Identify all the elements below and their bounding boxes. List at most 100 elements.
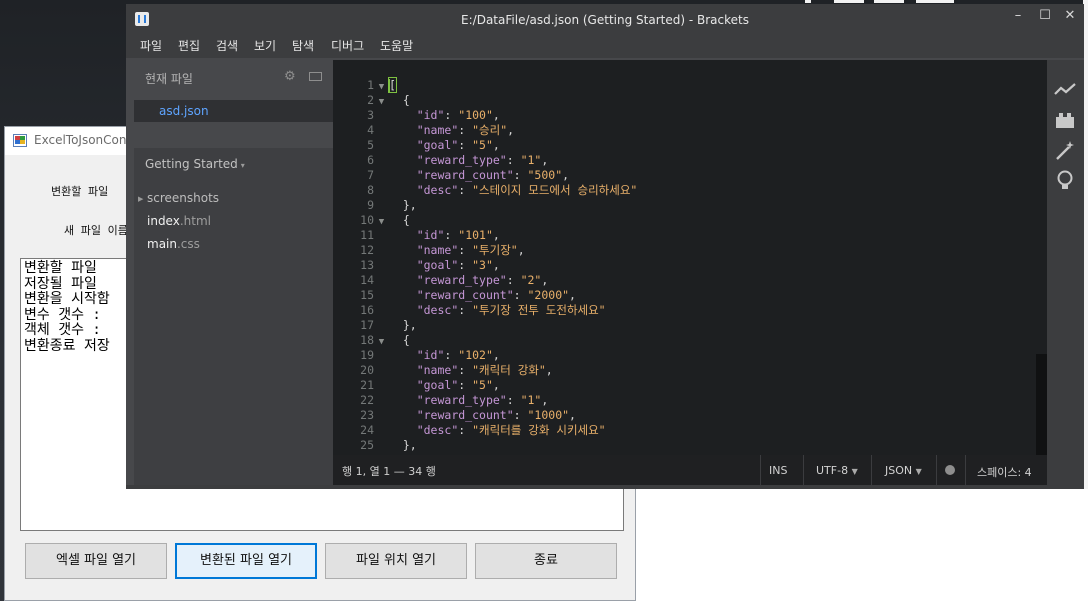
line-number: 5 — [367, 138, 374, 152]
json-punctuation: : — [458, 363, 473, 377]
json-punctuation: : — [513, 408, 528, 422]
code-line: 1 ▼[ — [333, 77, 1033, 93]
indent-setting[interactable]: 스페이스: 4 — [977, 464, 1032, 480]
encoding-select[interactable]: UTF-8 ▼ — [816, 464, 858, 477]
brackets-titlebar[interactable]: E:/DataFile/asd.json (Getting Started) -… — [126, 4, 1084, 34]
chevron-down-icon: ▾ — [240, 161, 245, 170]
menu-edit[interactable]: 편집 — [178, 37, 200, 54]
json-key: "id" — [416, 108, 445, 122]
json-key: "reward_type" — [416, 153, 507, 167]
line-code: [ — [388, 77, 397, 93]
json-punctuation: : — [506, 393, 521, 407]
json-string: "투기장" — [472, 243, 518, 257]
code-line: 18 ▼ { — [333, 333, 1033, 348]
open-file-location-button[interactable]: 파일 위치 열기 — [325, 543, 467, 579]
editor-scrollbar[interactable] — [1036, 354, 1047, 455]
line-number: 7 — [367, 168, 374, 182]
line-number: 17 — [360, 318, 374, 332]
json-string: "투기장 전투 도전하세요" — [472, 303, 606, 317]
json-string: "3" — [472, 258, 493, 272]
tree-folder-screenshots[interactable]: screenshots — [147, 191, 219, 205]
minimize-button[interactable]: – — [1008, 8, 1028, 23]
project-dropdown[interactable]: Getting Started ▾ — [145, 157, 245, 171]
line-number: 25 — [360, 438, 374, 452]
line-number: 23 — [360, 408, 374, 422]
maximize-button[interactable]: ☐ — [1035, 8, 1055, 23]
json-key: "reward_count" — [416, 408, 514, 422]
line-code: "id": "100", — [389, 108, 500, 122]
json-key: "reward_type" — [416, 273, 507, 287]
tree-file-main[interactable]: main.css — [147, 237, 200, 251]
cursor-position: 행 1, 열 1 — 34 행 — [342, 465, 436, 478]
json-punctuation: , — [541, 153, 549, 167]
code-line: 8 "desc": "스테이지 모드에서 승리하세요" — [333, 183, 1033, 198]
json-key: "name" — [416, 123, 459, 137]
json-key: "goal" — [416, 378, 459, 392]
project-panel: Getting Started ▾ ▶ screenshots index.htm… — [134, 148, 333, 489]
json-punctuation: , — [541, 393, 549, 407]
quick-edit-icon[interactable] — [1053, 138, 1077, 162]
json-string: "승리" — [472, 123, 508, 137]
json-key: "reward_count" — [416, 288, 514, 302]
json-punctuation: : — [506, 153, 521, 167]
json-punctuation: { — [402, 93, 410, 107]
line-code: }, — [389, 438, 417, 452]
language-select[interactable]: JSON ▼ — [885, 464, 922, 477]
menu-debug[interactable]: 디버그 — [331, 37, 364, 54]
insert-mode[interactable]: INS — [769, 464, 787, 477]
json-punctuation: : — [458, 138, 473, 152]
open-excel-button[interactable]: 엑셀 파일 열기 — [25, 543, 167, 579]
json-punctuation: [ — [388, 77, 397, 93]
desktop-glyph — [874, 0, 904, 3]
linter-status-icon[interactable] — [945, 465, 955, 475]
chevron-right-icon[interactable]: ▶ — [138, 195, 143, 203]
json-punctuation: , — [517, 243, 525, 257]
code-line: 11 "id": "101", — [333, 228, 1033, 243]
menu-help[interactable]: 도움말 — [380, 37, 413, 54]
json-key: "name" — [416, 363, 459, 377]
desktop-white-area — [636, 489, 1088, 601]
gear-icon[interactable]: ⚙ — [284, 69, 296, 84]
close-button[interactable]: ✕ — [1060, 8, 1080, 23]
menu-find[interactable]: 검색 — [216, 37, 238, 54]
line-code: "goal": "3", — [389, 258, 500, 272]
split-view-icon[interactable] — [309, 72, 322, 81]
line-code: "goal": "5", — [389, 378, 500, 392]
tree-file-index[interactable]: index.html — [147, 214, 211, 228]
line-number: 20 — [360, 363, 374, 377]
menu-view[interactable]: 보기 — [254, 37, 276, 54]
menu-navigate[interactable]: 탐색 — [292, 37, 314, 54]
code-line: 5 "goal": "5", — [333, 138, 1033, 153]
desktop-glyph — [916, 0, 954, 3]
chevron-down-icon: ▼ — [915, 467, 922, 476]
line-code: "reward_count": "2000", — [389, 288, 576, 302]
code-line: 17 }, — [333, 318, 1033, 333]
code-line: 24 "desc": "캐릭터를 강화 시키세요" — [333, 423, 1033, 438]
json-string: "1000" — [527, 408, 570, 422]
line-number: 2 — [367, 93, 374, 107]
line-number: 4 — [367, 123, 374, 137]
exit-button[interactable]: 종료 — [475, 543, 617, 579]
line-number: 21 — [360, 378, 374, 392]
json-punctuation: , — [492, 228, 500, 242]
menu-file[interactable]: 파일 — [140, 37, 162, 54]
json-key: "id" — [416, 228, 445, 242]
code-editor[interactable]: 1 ▼[2 ▼ {3 "id": "100", 4 "name": "승리", 5 "g… — [333, 60, 1047, 455]
json-punctuation: }, — [402, 438, 417, 452]
code-line: 3 "id": "100", — [333, 108, 1033, 123]
json-punctuation: : — [513, 168, 528, 182]
code-line: 12 "name": "투기장", — [333, 243, 1033, 258]
working-file-item[interactable]: asd.json — [134, 100, 333, 122]
json-punctuation: , — [507, 123, 515, 137]
line-code: { — [389, 333, 410, 347]
json-string: "스테이지 모드에서 승리하세요" — [472, 183, 638, 197]
json-punctuation: , — [541, 273, 549, 287]
code-line: 9 }, — [333, 198, 1033, 213]
hint-icon[interactable] — [1053, 168, 1077, 192]
live-preview-icon[interactable] — [1053, 78, 1077, 102]
extension-manager-icon[interactable] — [1053, 108, 1077, 132]
json-string: "1" — [520, 153, 542, 167]
json-punctuation: : — [444, 228, 459, 242]
open-converted-file-button[interactable]: 변환된 파일 열기 — [175, 543, 317, 579]
json-string: "1" — [520, 393, 542, 407]
